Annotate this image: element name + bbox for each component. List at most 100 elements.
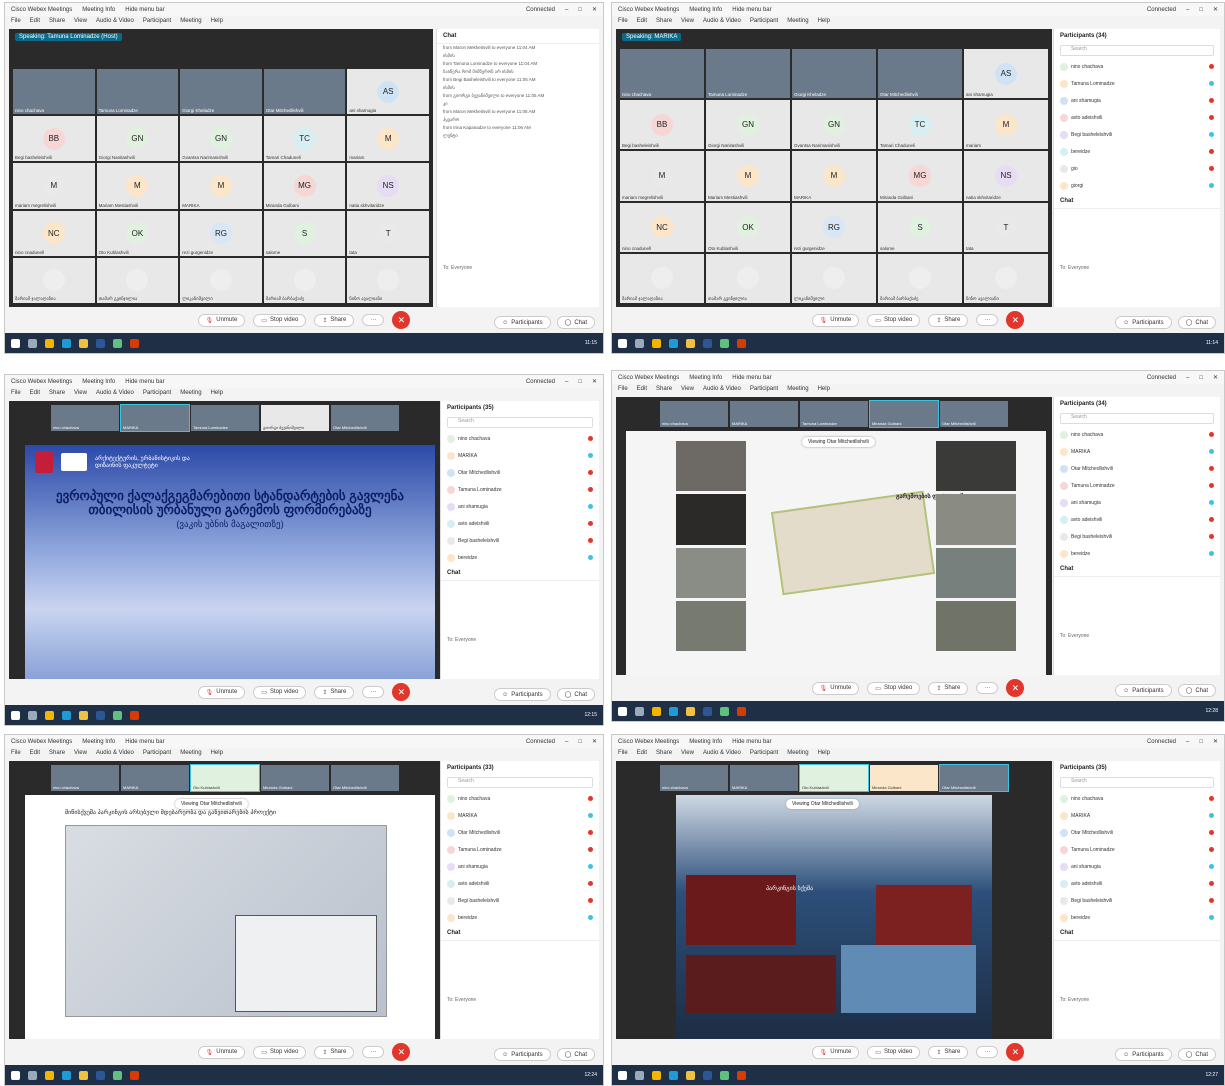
chrome-icon[interactable] bbox=[45, 710, 54, 720]
participant-row[interactable]: MARIKA bbox=[1054, 443, 1220, 460]
menu-help[interactable]: Help bbox=[818, 386, 830, 392]
participant-tile[interactable]: Giorgi Kheladze bbox=[180, 69, 262, 115]
menu-meeting[interactable]: Meeting bbox=[787, 386, 808, 392]
participants-toggle[interactable]: ☺ Participants bbox=[1115, 684, 1172, 697]
participant-tile[interactable]: მარიამ ჯალაღანია bbox=[13, 257, 95, 303]
menu-view[interactable]: View bbox=[74, 18, 87, 24]
participant-row[interactable]: ani shamugia bbox=[441, 498, 599, 515]
participants-toggle[interactable]: ☺ Participants bbox=[1115, 316, 1172, 329]
menu-meeting[interactable]: Meeting bbox=[787, 18, 808, 24]
participant-tile[interactable]: Mmariam bbox=[964, 100, 1048, 150]
participants-toggle[interactable]: ☺ Participants bbox=[494, 1048, 551, 1061]
connection-status[interactable]: Connected bbox=[526, 7, 555, 13]
hide-menu-button[interactable]: Hide menu bar bbox=[125, 739, 164, 745]
more-button[interactable]: ··· bbox=[362, 686, 385, 698]
webex-icon[interactable] bbox=[113, 1070, 122, 1080]
menu-edit[interactable]: Edit bbox=[30, 390, 40, 396]
minimize-icon[interactable]: – bbox=[565, 7, 568, 13]
participant-row[interactable]: Otar Mitchedlishvili bbox=[1054, 460, 1220, 477]
chrome-icon[interactable] bbox=[45, 338, 54, 348]
participant-tile[interactable]: მარიამ ბარბაქაძე bbox=[263, 257, 346, 303]
end-call-button[interactable]: ✕ bbox=[1006, 311, 1025, 329]
participant-row[interactable]: Otar Mitchedlishvili bbox=[441, 824, 599, 841]
edge-icon[interactable] bbox=[62, 1070, 71, 1080]
participant-row[interactable]: MARIKA bbox=[441, 807, 599, 824]
participants-toggle[interactable]: ☺ Participants bbox=[494, 316, 551, 329]
participant-row[interactable]: Tamuna Lominadze bbox=[1054, 477, 1220, 494]
participant-search[interactable]: Search bbox=[447, 417, 593, 428]
strip-video-tile[interactable]: Miranda Gulbani bbox=[869, 400, 939, 428]
unmute-button[interactable]: 🎙 Unmute bbox=[811, 313, 860, 327]
strip-video-tile[interactable]: Miranda Gulbani bbox=[870, 765, 938, 791]
menu-view[interactable]: View bbox=[74, 750, 87, 756]
participant-tile[interactable]: მარიამ ჯალაღანია bbox=[620, 253, 704, 303]
search-icon[interactable] bbox=[635, 706, 644, 716]
participant-tile[interactable]: TC Tamari Chaduneli bbox=[263, 116, 346, 162]
webex-icon[interactable] bbox=[720, 338, 729, 348]
word-icon[interactable] bbox=[96, 710, 105, 720]
menu-audio-video[interactable]: Audio & Video bbox=[703, 750, 741, 756]
participant-row[interactable]: MARIKA bbox=[1054, 807, 1220, 824]
files-icon[interactable] bbox=[79, 710, 88, 720]
menu-share[interactable]: Share bbox=[49, 18, 65, 24]
connection-status[interactable]: Connected bbox=[1147, 739, 1176, 745]
menu-help[interactable]: Help bbox=[211, 750, 223, 756]
unmute-button[interactable]: 🎙 Unmute bbox=[197, 685, 246, 699]
menu-help[interactable]: Help bbox=[818, 18, 830, 24]
webex-icon[interactable] bbox=[720, 1070, 729, 1080]
participant-tile[interactable]: RG rezi gurgenidze bbox=[792, 202, 876, 252]
menu-file[interactable]: File bbox=[618, 18, 628, 24]
participant-row[interactable]: bereidze bbox=[1054, 143, 1220, 160]
participant-tile[interactable]: Tamuna Lominadze bbox=[96, 69, 179, 115]
chat-toggle[interactable]: ◯ Chat bbox=[1177, 316, 1216, 329]
participant-row[interactable]: nino chachava bbox=[1054, 790, 1220, 807]
maximize-icon[interactable]: □ bbox=[578, 739, 582, 745]
menu-file[interactable]: File bbox=[11, 750, 21, 756]
participant-tile[interactable]: Mmariam megrelishvili bbox=[13, 163, 95, 209]
strip-video-tile[interactable]: MARIKA bbox=[121, 765, 189, 791]
menu-view[interactable]: View bbox=[681, 386, 694, 392]
participant-row[interactable]: avto adeishvili bbox=[1054, 875, 1220, 892]
maximize-icon[interactable]: □ bbox=[578, 7, 582, 13]
participant-tile[interactable]: NS natia skhvitaridze bbox=[964, 151, 1048, 201]
chat-toggle[interactable]: ◯ Chat bbox=[1177, 684, 1216, 697]
search-icon[interactable] bbox=[28, 710, 37, 720]
strip-video-tile[interactable]: nino chachava bbox=[51, 405, 119, 431]
menu-participant[interactable]: Participant bbox=[143, 390, 171, 396]
participant-tile[interactable]: Otar Mitchedlishvili bbox=[878, 49, 962, 99]
strip-video-tile[interactable]: Otar Mitchedlishvili bbox=[331, 765, 399, 791]
menu-audio-video[interactable]: Audio & Video bbox=[96, 750, 134, 756]
participant-tile[interactable]: NC nino cnadunell bbox=[13, 210, 95, 256]
chat-to-selector[interactable]: To: Everyone bbox=[1060, 265, 1214, 271]
menu-view[interactable]: View bbox=[681, 18, 694, 24]
files-icon[interactable] bbox=[686, 1070, 695, 1080]
minimize-icon[interactable]: – bbox=[1186, 7, 1189, 13]
share-button[interactable]: ⇪ Share bbox=[314, 1045, 355, 1059]
stop-video-button[interactable]: ▭ Stop video bbox=[867, 313, 921, 327]
end-call-button[interactable]: ✕ bbox=[392, 683, 411, 701]
webex-icon[interactable] bbox=[113, 338, 122, 348]
participant-tile[interactable]: GN Gvantsa Narimanishvili bbox=[792, 100, 876, 150]
maximize-icon[interactable]: □ bbox=[1199, 739, 1203, 745]
more-button[interactable]: ··· bbox=[976, 682, 999, 694]
windows-start-icon[interactable] bbox=[11, 338, 20, 348]
participant-tile[interactable]: თამარ გვინჯილია bbox=[96, 257, 179, 303]
participant-row[interactable]: giorgi bbox=[1054, 177, 1220, 194]
menu-share[interactable]: Share bbox=[656, 18, 672, 24]
chat-toggle[interactable]: ◯ Chat bbox=[556, 1048, 595, 1061]
participant-tile[interactable]: GN Giorgi Nanitashvili bbox=[96, 116, 179, 162]
end-call-button[interactable]: ✕ bbox=[392, 311, 411, 329]
menu-meeting[interactable]: Meeting bbox=[180, 750, 201, 756]
menu-audio-video[interactable]: Audio & Video bbox=[703, 18, 741, 24]
more-button[interactable]: ··· bbox=[976, 314, 999, 326]
hide-menu-button[interactable]: Hide menu bar bbox=[125, 379, 164, 385]
edge-icon[interactable] bbox=[669, 706, 678, 716]
app-icon[interactable] bbox=[737, 338, 746, 348]
participant-row[interactable]: bereidze bbox=[441, 909, 599, 926]
participant-tile[interactable]: GN Gvantsa Narimanishvili bbox=[180, 116, 262, 162]
strip-video-tile[interactable]: Miranda Gulbani bbox=[261, 765, 329, 791]
participant-row[interactable]: gio bbox=[1054, 160, 1220, 177]
word-icon[interactable] bbox=[703, 1070, 712, 1080]
participant-tile[interactable]: MG Miranda Gulbani bbox=[878, 151, 962, 201]
app-icon[interactable] bbox=[737, 706, 746, 716]
